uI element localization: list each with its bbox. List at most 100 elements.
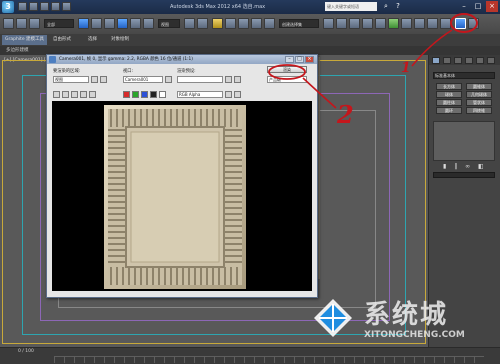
- modifier-stack-list[interactable]: [433, 172, 495, 178]
- select-by-name-icon[interactable]: [91, 18, 102, 29]
- torus-button[interactable]: 圆环: [436, 107, 462, 114]
- tab-freeform[interactable]: 自由形式: [50, 35, 74, 45]
- display-tab-icon[interactable]: [476, 57, 484, 64]
- edit-region-icon[interactable]: [91, 76, 98, 83]
- viewport-dropdown[interactable]: Camera001: [123, 76, 163, 83]
- angle-snap-icon[interactable]: [225, 18, 236, 29]
- app-logo-icon[interactable]: 3: [2, 1, 14, 13]
- render-iterative-icon[interactable]: [468, 18, 479, 29]
- tab-object-paint[interactable]: 对象绘制: [108, 35, 132, 45]
- environment-effects-icon[interactable]: [234, 76, 241, 83]
- utilities-tab-icon[interactable]: [487, 57, 495, 64]
- tab-graphite-modeling[interactable]: Graphite 建模工具: [2, 35, 48, 45]
- material-editor-icon[interactable]: [401, 18, 412, 29]
- lock-viewport-icon[interactable]: [165, 76, 172, 83]
- alpha-channel-toggle[interactable]: [150, 91, 157, 98]
- layer-manager-icon[interactable]: [349, 18, 360, 29]
- monochrome-toggle[interactable]: [159, 91, 166, 98]
- render-preset-dropdown[interactable]: [177, 76, 223, 83]
- maximize-icon[interactable]: □: [472, 1, 484, 12]
- ribbon: Graphite 建模工具 自由形式 选择 对象绘制: [0, 34, 500, 46]
- move-icon[interactable]: [117, 18, 128, 29]
- edit-named-selection-icon[interactable]: [264, 18, 275, 29]
- panel-tool-icons[interactable]: ▮ ‖ ∞ ◧: [443, 163, 487, 170]
- render-production-icon[interactable]: [440, 18, 451, 29]
- reference-coord-dropdown[interactable]: 视图: [158, 19, 180, 28]
- motion-tab-icon[interactable]: [465, 57, 473, 64]
- sphere-button[interactable]: 球体: [436, 91, 462, 98]
- help-icon[interactable]: ?: [392, 1, 404, 12]
- toggle-ui-overlay-icon[interactable]: [225, 91, 232, 98]
- close-icon[interactable]: ×: [486, 1, 498, 12]
- curve-editor-icon[interactable]: [375, 18, 386, 29]
- search-input[interactable]: 键入关键字或短语: [325, 2, 377, 11]
- minimize-icon[interactable]: –: [458, 1, 470, 12]
- search-icon[interactable]: ⌕: [380, 1, 392, 12]
- render-preset-label: 渲染预设:: [177, 69, 196, 74]
- quick-access-save-icon[interactable]: [40, 2, 49, 11]
- dialog-close-button[interactable]: ×: [305, 56, 314, 63]
- channel-display-dropdown[interactable]: RGB Alpha: [177, 91, 223, 98]
- region-select-icon[interactable]: [104, 18, 115, 29]
- title-bar: 3 Autodesk 3ds Max 2012 x64 选自.max 键入关键字…: [0, 0, 500, 14]
- clone-frame-icon[interactable]: [71, 91, 78, 98]
- watermark-brand-en: XITONGCHENG.COM: [364, 330, 465, 340]
- manipulate-icon[interactable]: [197, 18, 208, 29]
- spinner-snap-icon[interactable]: [251, 18, 262, 29]
- watermark-logo: [314, 299, 352, 337]
- toggle-ui-icon[interactable]: [234, 91, 241, 98]
- align-icon[interactable]: [336, 18, 347, 29]
- select-object-icon[interactable]: [78, 18, 89, 29]
- redo-toolbar-icon[interactable]: [16, 18, 27, 29]
- pyramid-button[interactable]: 四棱锥: [466, 107, 492, 114]
- tube-button[interactable]: 管状体: [466, 99, 492, 106]
- clear-image-icon[interactable]: [89, 91, 96, 98]
- red-channel-toggle[interactable]: [123, 91, 130, 98]
- render-output: [52, 101, 312, 291]
- percent-snap-icon[interactable]: [238, 18, 249, 29]
- frame-counter[interactable]: 0 / 100: [18, 349, 34, 354]
- scale-icon[interactable]: [143, 18, 154, 29]
- graphite-toggle-icon[interactable]: [362, 18, 373, 29]
- create-tab-icon[interactable]: [432, 57, 440, 64]
- quick-access-open-icon[interactable]: [29, 2, 38, 11]
- render-mode-dropdown[interactable]: 产品级: [267, 76, 307, 83]
- ribbon-sub-label[interactable]: 多边形建模: [6, 47, 29, 53]
- green-channel-toggle[interactable]: [132, 91, 139, 98]
- tab-selection[interactable]: 选择: [85, 35, 100, 45]
- area-to-render-dropdown[interactable]: 视图: [53, 76, 89, 83]
- cylinder-button[interactable]: 圆柱体: [436, 99, 462, 106]
- geosphere-button[interactable]: 几何球体: [466, 91, 492, 98]
- rendered-frame-window-icon[interactable]: [427, 18, 438, 29]
- blue-channel-toggle[interactable]: [141, 91, 148, 98]
- render-setup-icon[interactable]: [414, 18, 425, 29]
- modify-tab-icon[interactable]: [443, 57, 451, 64]
- link-icon[interactable]: [29, 18, 40, 29]
- schematic-view-icon[interactable]: [388, 18, 399, 29]
- auto-region-icon[interactable]: [100, 76, 107, 83]
- named-selection-dropdown[interactable]: 创建选择集: [279, 19, 319, 28]
- redo-icon[interactable]: [62, 2, 71, 11]
- object-type-dropdown[interactable]: 标准基本体: [433, 72, 495, 79]
- save-image-icon[interactable]: [53, 91, 60, 98]
- box-button[interactable]: 长方体: [436, 83, 462, 90]
- copy-image-icon[interactable]: [62, 91, 69, 98]
- print-image-icon[interactable]: [80, 91, 87, 98]
- dialog-maximize-button[interactable]: □: [295, 56, 304, 63]
- render-setup-small-icon[interactable]: [225, 76, 232, 83]
- hierarchy-tab-icon[interactable]: [454, 57, 462, 64]
- undo-icon[interactable]: [51, 2, 60, 11]
- timeline-ruler[interactable]: [54, 356, 484, 363]
- mirror-icon[interactable]: [323, 18, 334, 29]
- snap-toggle-icon[interactable]: [212, 18, 223, 29]
- quick-access-new-icon[interactable]: [18, 2, 27, 11]
- dialog-minimize-button[interactable]: –: [285, 56, 294, 63]
- render-frame-window-highlight-icon[interactable]: [455, 18, 466, 29]
- annotation-number-two: 2: [337, 100, 354, 129]
- rotate-icon[interactable]: [130, 18, 141, 29]
- undo-toolbar-icon[interactable]: [3, 18, 14, 29]
- render-button[interactable]: 渲染: [267, 66, 307, 73]
- pivot-icon[interactable]: [184, 18, 195, 29]
- selection-filter-dropdown[interactable]: 全部: [44, 19, 74, 28]
- cone-button[interactable]: 圆锥体: [466, 83, 492, 90]
